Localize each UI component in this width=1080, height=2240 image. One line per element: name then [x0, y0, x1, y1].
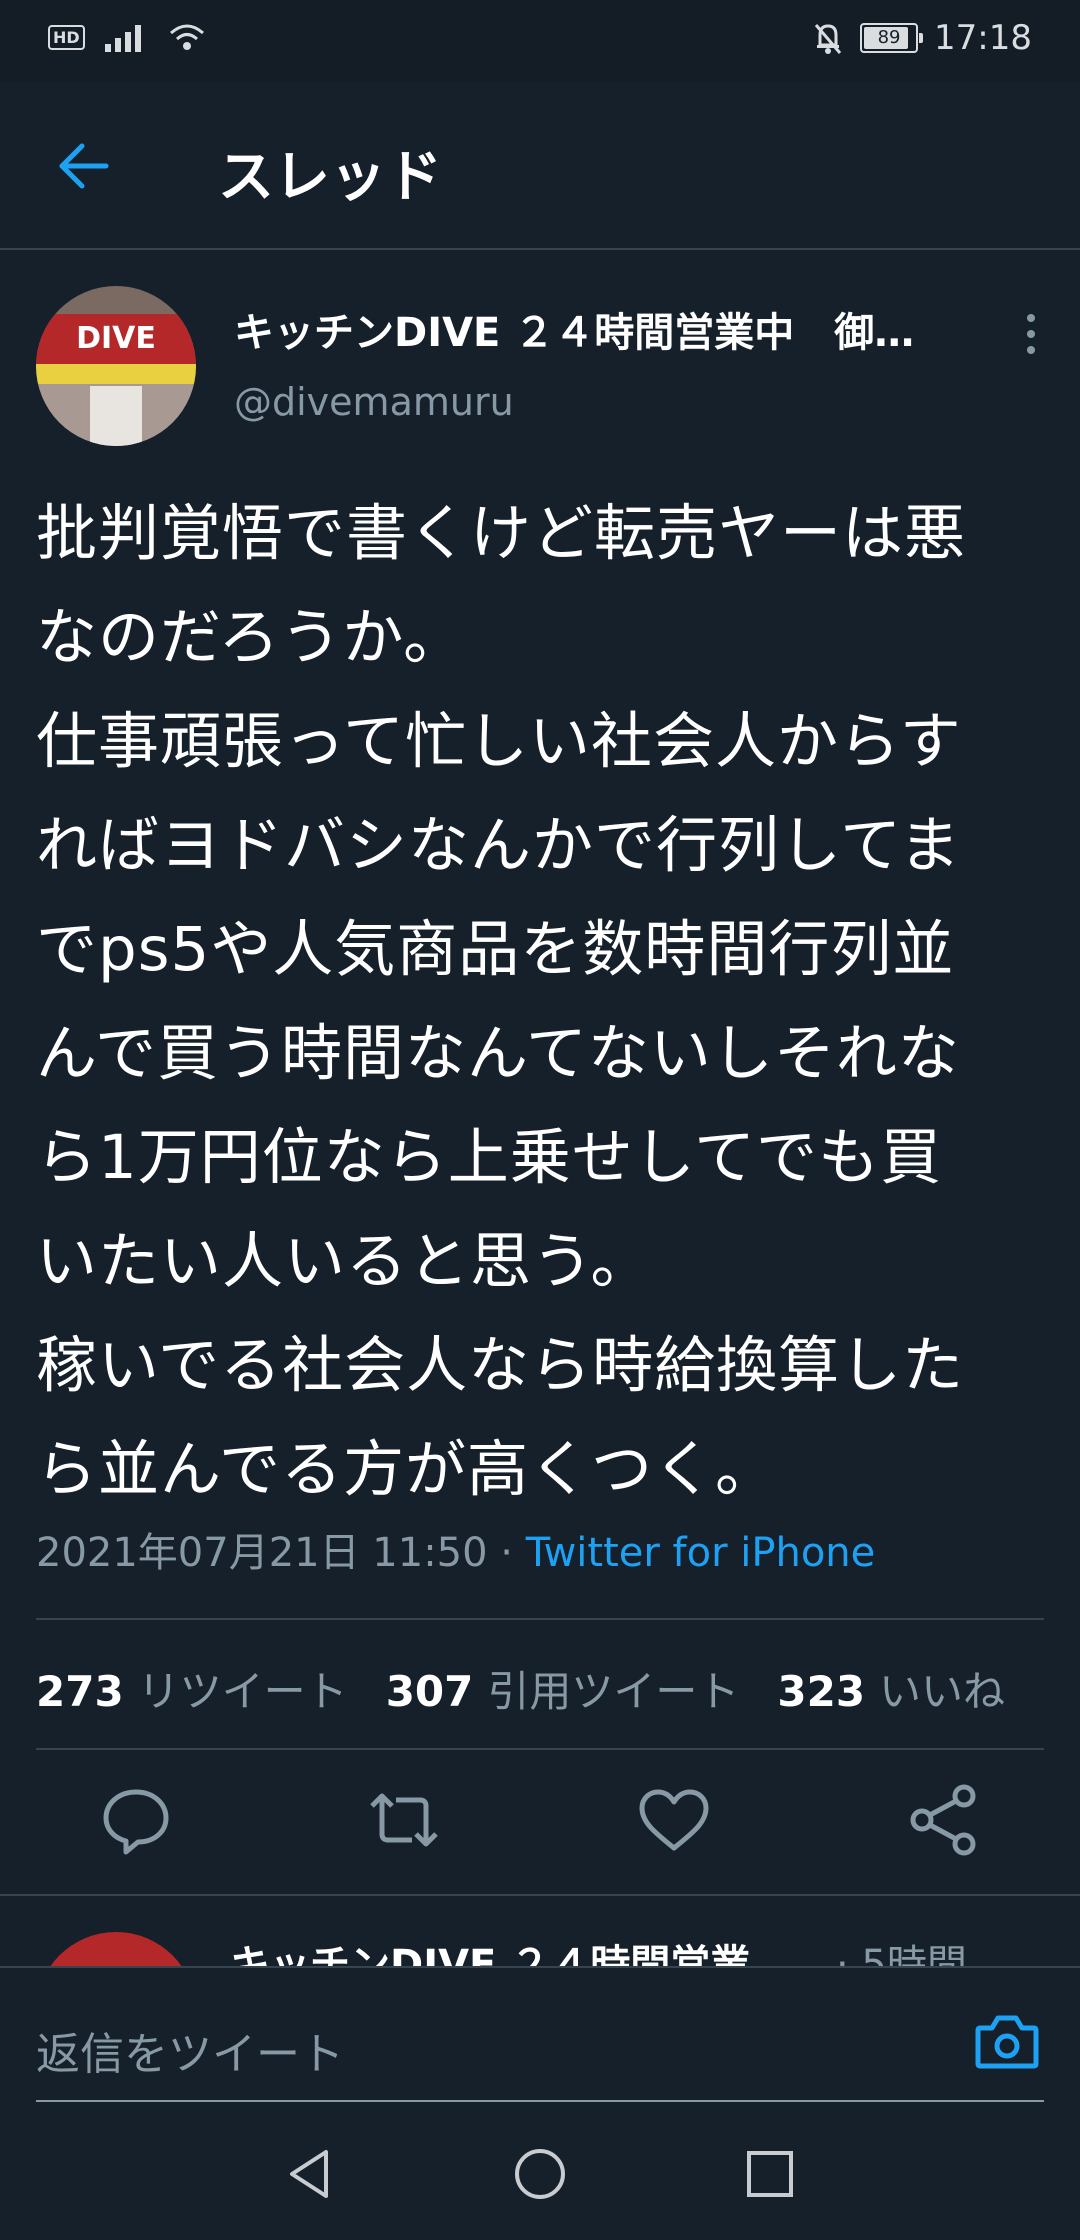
- tweet-actions: [0, 1780, 1080, 1880]
- system-nav-bar: [0, 2106, 1080, 2240]
- share-icon[interactable]: [904, 1780, 984, 1860]
- tweet-stats: 273 リツイート 307 引用ツイート 323 いいね: [36, 1658, 1005, 1719]
- tweet-source-link[interactable]: Twitter for iPhone: [526, 1530, 876, 1576]
- camera-icon[interactable]: [974, 2012, 1040, 2072]
- likes-stat[interactable]: 323 いいね: [777, 1658, 1005, 1719]
- nav-home-icon[interactable]: [510, 2144, 570, 2204]
- clock: 17:18: [934, 18, 1032, 58]
- app-bar: スレッド: [0, 82, 1080, 250]
- next-tweet[interactable]: キッチンDIVE ２４時間営業… · 5時間: [0, 1894, 1080, 1968]
- avatar[interactable]: [36, 1932, 196, 1968]
- battery-indicator: 89: [860, 23, 924, 53]
- likes-count: 323: [777, 1667, 866, 1716]
- status-bar: HD 89 17:18: [0, 0, 1080, 82]
- tweet-timestamp: 2021年07月21日 11:50: [36, 1530, 488, 1576]
- divider: [36, 1748, 1044, 1750]
- nav-back-icon[interactable]: [280, 2144, 340, 2204]
- signal-icon: [104, 25, 141, 52]
- reply-input[interactable]: 返信をツイート: [36, 2018, 344, 2082]
- display-name[interactable]: キッチンDIVE ２４時間営業中 御…: [234, 300, 974, 358]
- meta-separator: ·: [487, 1530, 526, 1576]
- wifi-icon: [169, 24, 204, 50]
- retweet-icon[interactable]: [364, 1780, 444, 1860]
- avatar-sign: DIVE: [36, 314, 196, 364]
- retweets-count: 273: [36, 1667, 124, 1716]
- reply-bar: 返信をツイート: [0, 1966, 1080, 2108]
- tweet-time: · 5時間: [836, 1942, 967, 1968]
- battery-level: 89: [877, 27, 901, 48]
- likes-label: いいね: [879, 1667, 1006, 1716]
- retweets-stat[interactable]: 273 リツイート: [36, 1658, 348, 1719]
- reply-icon[interactable]: [96, 1780, 176, 1860]
- user-handle[interactable]: @divemamuru: [234, 380, 514, 424]
- quotes-label: 引用ツイート: [487, 1667, 740, 1716]
- more-vert-icon[interactable]: [1016, 314, 1046, 362]
- avatar[interactable]: DIVE: [36, 286, 196, 446]
- retweets-label: リツイート: [137, 1667, 348, 1716]
- hd-indicator: HD: [48, 24, 85, 50]
- tweet-text: 批判覚悟で書くけど転売ヤーは悪 なのだろうか。 仕事頑張って忙しい社会人からす …: [36, 498, 967, 1505]
- quotes-stat[interactable]: 307 引用ツイート: [386, 1658, 740, 1719]
- display-name[interactable]: キッチンDIVE ２４時間営業…: [230, 1932, 790, 1968]
- reply-underline: [36, 2100, 1044, 2102]
- like-icon[interactable]: [634, 1780, 714, 1860]
- page-title: スレッド: [218, 145, 442, 210]
- tweet-meta: 2021年07月21日 11:50 · Twitter for iPhone: [36, 1520, 875, 1578]
- mute-bell-icon: [814, 24, 842, 54]
- back-arrow-icon[interactable]: [54, 136, 114, 196]
- nav-recents-icon[interactable]: [740, 2144, 800, 2204]
- divider: [36, 1618, 1044, 1620]
- quotes-count: 307: [385, 1667, 474, 1716]
